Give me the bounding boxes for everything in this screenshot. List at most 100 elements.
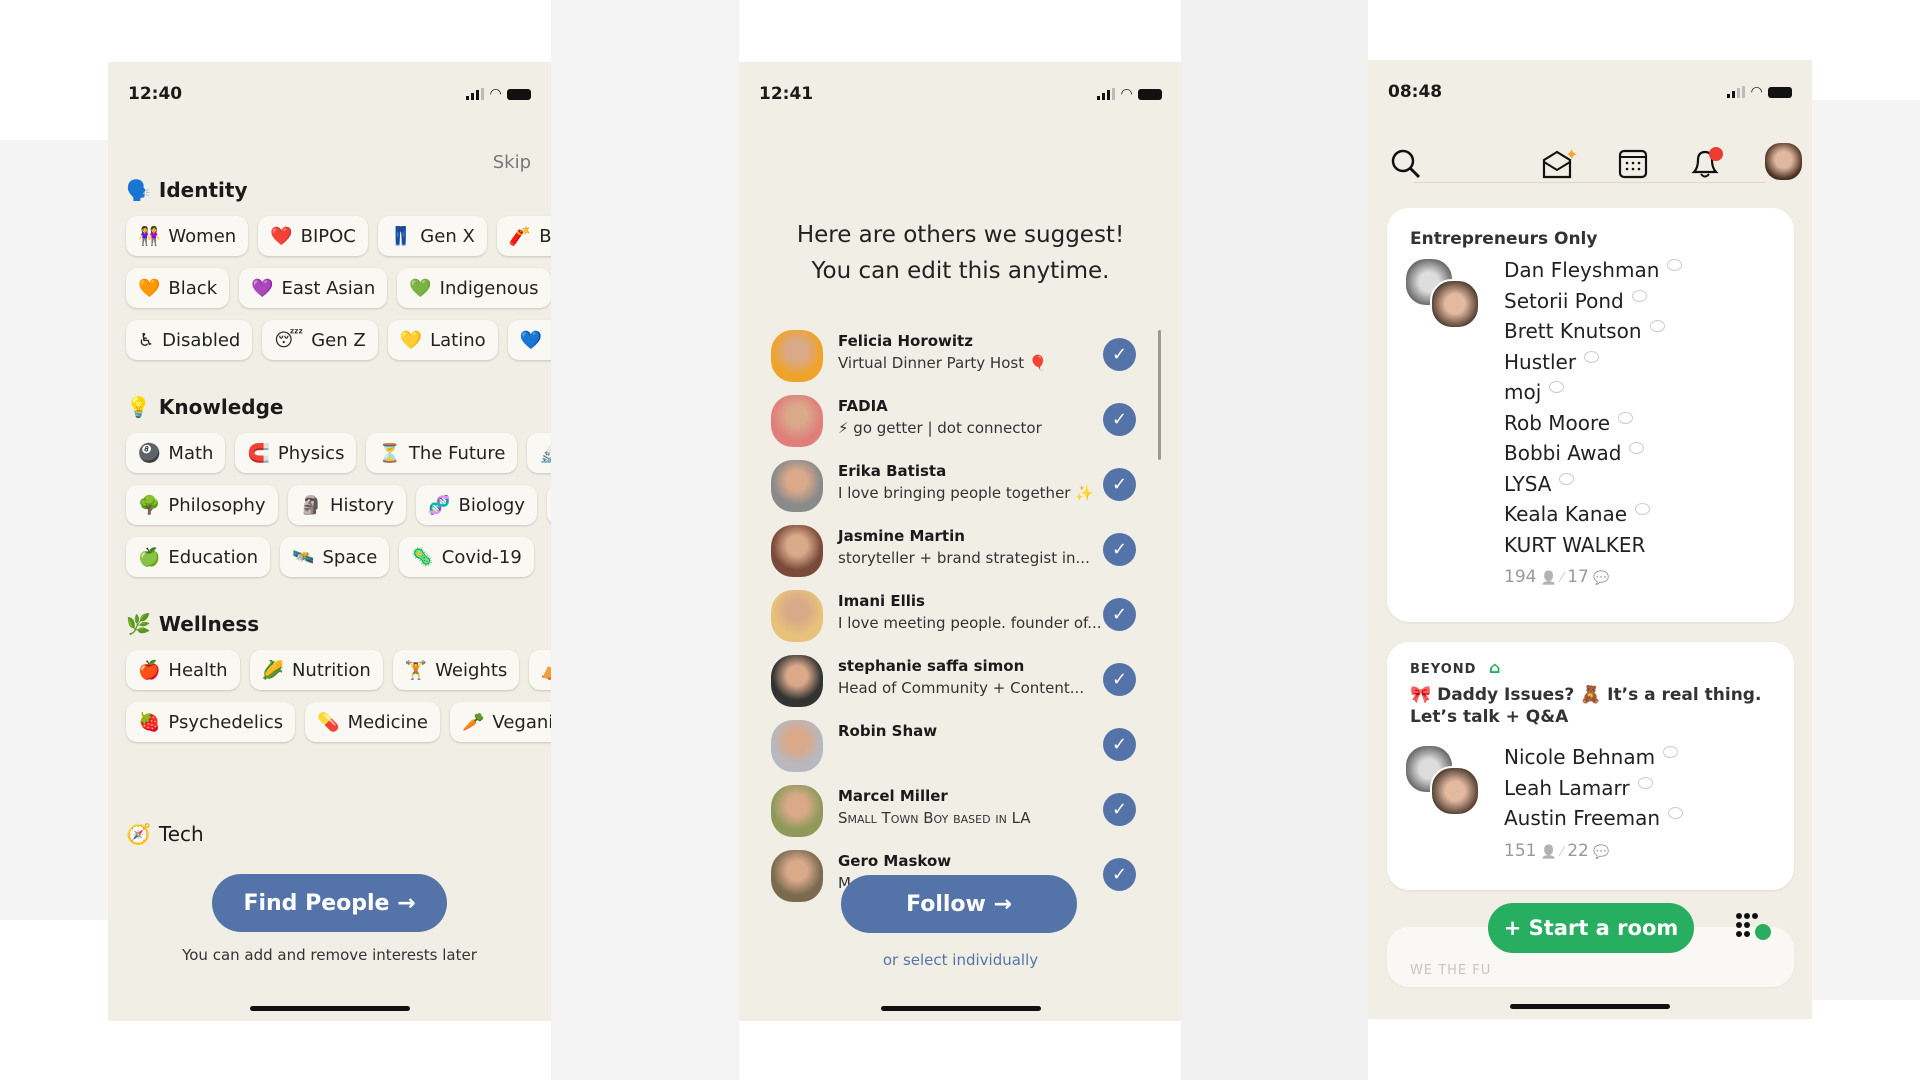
scrollbar[interactable]	[1158, 330, 1161, 460]
interest-label: Black	[168, 277, 218, 299]
interest-chip[interactable]: 🍓 Psychedelics	[126, 702, 296, 742]
section-title: Wellness	[158, 612, 260, 636]
interest-chip[interactable]: 💙S	[507, 320, 551, 360]
speaker-name-text: moj	[1504, 380, 1542, 404]
section-heading: 🌿 Wellness	[126, 612, 259, 636]
room-title: Entrepreneurs Only	[1410, 229, 1598, 249]
interest-chip[interactable]: 😴 Gen Z	[262, 320, 378, 360]
interest-emoji-icon: ❤️	[270, 225, 293, 247]
checkmark-toggle[interactable]: ✓	[1103, 663, 1136, 696]
checkmark-toggle[interactable]: ✓	[1103, 533, 1136, 566]
interest-chip[interactable]: 🌳 Philosophy	[126, 485, 278, 525]
interest-emoji-icon: 💛	[399, 329, 423, 351]
interest-chip[interactable]: 🧬 Biology	[416, 485, 537, 525]
bell-icon[interactable]	[1688, 146, 1726, 180]
interest-chip[interactable]: 🍏 Education	[126, 537, 271, 577]
section-heading: 💡 Knowledge	[126, 395, 283, 419]
room-card[interactable]: BEYOND ⌂ 🎀 Daddy Issues? 🧸 It’s a real thi…	[1387, 642, 1794, 890]
interest-chip[interactable]: 🦠 Covid-19	[399, 537, 534, 577]
checkmark-toggle[interactable]: ✓	[1103, 728, 1136, 761]
checkmark-toggle[interactable]: ✓	[1103, 403, 1136, 436]
interest-chip[interactable]: 💚 Indigenous	[397, 268, 551, 308]
interest-chip[interactable]: 🗿 History	[287, 485, 407, 525]
section-title: Identity	[158, 178, 248, 202]
section-emoji-icon: 🧭	[126, 822, 151, 846]
interest-label: BIPOC	[300, 225, 356, 247]
speaker-name-text: LYSA	[1504, 471, 1552, 496]
status-bar: 12:41 ◠	[759, 82, 1162, 106]
suggested-person-row[interactable]: stephanie saffa simon Head of Community +…	[771, 655, 1151, 713]
speaker-avatar	[1430, 279, 1480, 329]
speaker-list: Dan Fleyshman Setorii Pond Brett Knutson Hu…	[1504, 255, 1683, 596]
invite-envelope-icon[interactable]: ✦	[1541, 146, 1577, 180]
interest-chip[interactable]: 🛰️ Space	[280, 537, 390, 577]
title-line: Here are others we suggest!	[796, 222, 1125, 248]
chat-bubble-icon	[1637, 776, 1653, 789]
interest-chip[interactable]: 🍎 Health	[126, 650, 240, 690]
interest-chip[interactable]: 🧨 Ba	[496, 216, 551, 256]
skip-button[interactable]: Skip	[493, 152, 531, 173]
profile-avatar[interactable]	[1765, 143, 1802, 180]
section-emoji-icon: 💡	[126, 395, 151, 419]
interest-chip[interactable]: ♿ Disabled	[126, 320, 253, 360]
select-individually-link[interactable]: or select individually	[739, 951, 1182, 969]
interest-chip[interactable]: 🔬	[527, 433, 551, 473]
checkmark-toggle[interactable]: ✓	[1103, 338, 1136, 371]
interest-label: Women	[168, 225, 237, 247]
interest-emoji-icon: 🧡	[138, 277, 161, 299]
interest-emoji-icon: ⏳	[378, 442, 401, 464]
battery-icon	[1768, 86, 1792, 98]
suggested-person-row[interactable]: Marcel Miller Small Town Boy based in LA ✓	[771, 785, 1151, 843]
start-room-button[interactable]: + Start a room	[1488, 903, 1694, 953]
interest-emoji-icon: 🍓	[138, 711, 161, 733]
interest-label: Ba	[539, 225, 551, 247]
person-name: stephanie saffa simon	[838, 657, 1025, 675]
backchannel-icon[interactable]	[1735, 912, 1773, 942]
interest-chip[interactable]: ⏳ The Future	[366, 433, 518, 473]
suggested-person-row[interactable]: Felicia Horowitz Virtual Dinner Party Hos…	[771, 330, 1151, 388]
interest-chip[interactable]: 🏋️ Weights	[392, 650, 520, 690]
interest-label: Gen X	[420, 225, 475, 247]
interest-chip[interactable]: ❤️ BIPOC	[258, 216, 368, 256]
room-card[interactable]: Entrepreneurs Only Dan Fleyshman Setorii P…	[1387, 208, 1794, 622]
person-bio: Head of Community + Content...	[838, 679, 1085, 697]
checkmark-toggle[interactable]: ✓	[1103, 858, 1136, 891]
interest-chip[interactable]: 💜 East Asian	[239, 268, 388, 308]
suggested-person-row[interactable]: Erika Batista I love bringing people toge…	[771, 460, 1151, 518]
status-time: 08:48	[1388, 82, 1443, 102]
interest-chip[interactable]	[546, 485, 551, 525]
interest-label: Biology	[458, 494, 525, 516]
find-people-button[interactable]: Find People →	[212, 874, 447, 932]
follow-button[interactable]: Follow →	[841, 875, 1077, 933]
checkmark-toggle[interactable]: ✓	[1103, 468, 1136, 501]
interest-chip[interactable]: 🌽 Nutrition	[249, 650, 383, 690]
speaker-name: Nicole Behnam	[1504, 742, 1683, 773]
calendar-icon[interactable]	[1618, 149, 1648, 179]
checkmark-toggle[interactable]: ✓	[1103, 793, 1136, 826]
suggested-person-row[interactable]: FADIA ⚡ go getter | dot connector ✓	[771, 395, 1151, 453]
interest-chip[interactable]: ⛺	[529, 650, 551, 690]
interest-chip[interactable]: 🧲 Physics	[235, 433, 357, 473]
interest-chip[interactable]: 🧡 Black	[126, 268, 230, 308]
suggested-person-row[interactable]: Imani Ellis I love meeting people. founde…	[771, 590, 1151, 648]
suggested-person-row[interactable]: Jasmine Martin storyteller + brand strate…	[771, 525, 1151, 583]
interest-emoji-icon: 🍎	[138, 659, 161, 681]
interest-emoji-icon: ♿	[138, 329, 155, 351]
interest-label: Veganis	[492, 711, 551, 733]
interest-chip[interactable]: 🥕 Veganis	[450, 702, 551, 742]
search-icon[interactable]	[1390, 148, 1422, 180]
interest-label: Disabled	[162, 329, 241, 351]
speaker-name-text: Brett Knutson	[1504, 319, 1642, 343]
suggested-person-row[interactable]: Robin Shaw ✓	[771, 720, 1151, 778]
interest-chip[interactable]: 👭 Women	[126, 216, 249, 256]
person-bio: ⚡ go getter | dot connector	[838, 419, 1042, 437]
interest-chip[interactable]: 💊 Medicine	[305, 702, 440, 742]
interest-chip[interactable]: 💛 Latino	[387, 320, 498, 360]
person-icon: 👤 ⁄	[1536, 571, 1568, 586]
section-title: Knowledge	[158, 395, 284, 419]
avatar	[771, 460, 823, 512]
interest-chip[interactable]: 🎱 Math	[126, 433, 226, 473]
interest-chip[interactable]: 👖 Gen X	[377, 216, 487, 256]
checkmark-toggle[interactable]: ✓	[1103, 598, 1136, 631]
avatar	[771, 525, 823, 577]
